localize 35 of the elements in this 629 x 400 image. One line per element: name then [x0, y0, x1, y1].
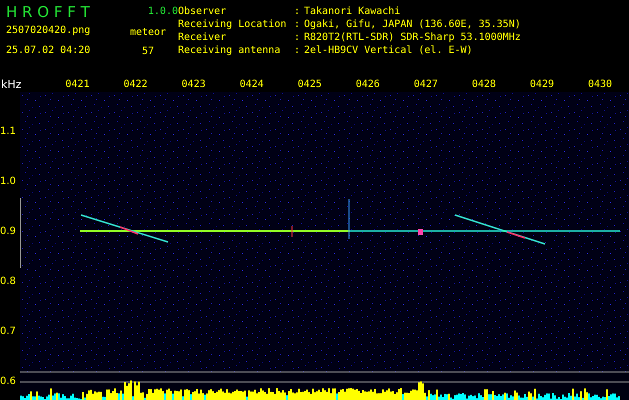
- y-tick-label: 0.8: [0, 276, 16, 286]
- y-tick-label: 0.9: [0, 226, 16, 236]
- colon-separator: :: [294, 31, 302, 44]
- version-label: 1.0.0: [148, 6, 178, 17]
- station-value: Takanori Kawachi: [304, 5, 402, 18]
- y-tick-label: 1.0: [0, 176, 16, 186]
- x-tick-label: 0430: [586, 78, 614, 90]
- x-tick-label: 0427: [412, 78, 439, 90]
- colon-separator: :: [294, 18, 302, 31]
- station-label: Observer: [178, 5, 228, 18]
- x-tick-label: 0429: [528, 78, 555, 90]
- count-value: 57: [142, 45, 154, 58]
- x-tick-label: 0426: [354, 78, 381, 90]
- colon-separator: :: [294, 5, 302, 18]
- file-name: 2507020420.png: [6, 24, 92, 37]
- x-tick-label: 0424: [238, 78, 265, 90]
- station-label: Receiving Location: [178, 18, 288, 31]
- axis-unit-label: kHz: [0, 78, 22, 90]
- station-label: Receiving antenna: [178, 44, 282, 57]
- x-tick-label: 0421: [64, 78, 90, 90]
- count-label: meteor: [130, 26, 166, 39]
- x-tick-label: 0422: [122, 78, 149, 90]
- y-tick-label: 1.1: [0, 126, 16, 136]
- station-value: 2el-HB9CV Vertical (el. E-W): [304, 44, 474, 57]
- x-tick-label: 0423: [180, 78, 207, 90]
- y-tick-label: 0.7: [0, 326, 16, 336]
- x-tick-label: 0425: [296, 78, 323, 90]
- station-label: Receiver: [178, 31, 228, 44]
- timestamp: 25.07.02 04:20: [6, 44, 92, 57]
- station-value: R820T2(RTL-SDR) SDR-Sharp 53.1000MHz: [304, 31, 521, 44]
- station-value: Ogaki, Gifu, JAPAN (136.60E, 35.35N): [304, 18, 521, 31]
- colon-separator: :: [294, 44, 302, 57]
- app-title: H R O F F T: [6, 3, 90, 21]
- y-tick-label: 0.6: [0, 376, 16, 386]
- x-tick-label: 0428: [470, 78, 497, 90]
